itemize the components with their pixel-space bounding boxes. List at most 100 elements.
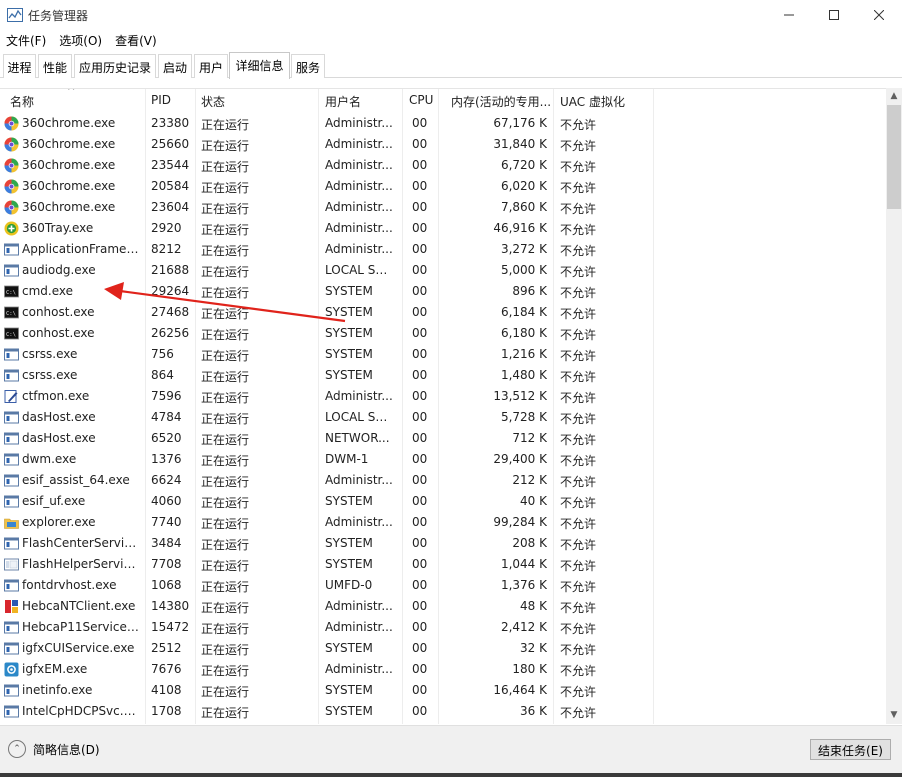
- table-row[interactable]: C:\ cmd.exe 29264 正在运行 SYSTEM 00 896 K 不允许: [0, 281, 886, 302]
- table-row[interactable]: IntelCpHDCPSvc.exe 1708 正在运行 SYSTEM 00 36 K 不允…: [0, 701, 886, 722]
- table-row[interactable]: 360chrome.exe 23604 正在运行 Administr... 00 7,86…: [0, 197, 886, 218]
- app-window-icon: [4, 474, 19, 487]
- table-row[interactable]: igfxCUIService.exe 2512 正在运行 SYSTEM 00 32 K 不允…: [0, 638, 886, 659]
- table-row[interactable]: 360chrome.exe 25660 正在运行 Administr... 00 31,8…: [0, 134, 886, 155]
- table-row[interactable]: 360chrome.exe 20584 正在运行 Administr... 00 6,02…: [0, 176, 886, 197]
- table-row[interactable]: FlashHelperService... 7708 正在运行 SYSTEM 00 1,0…: [0, 554, 886, 575]
- tab-startup[interactable]: 启动: [158, 54, 192, 78]
- process-name: FlashCenterService...: [22, 536, 142, 550]
- close-button[interactable]: [856, 0, 901, 30]
- table-row[interactable]: 360chrome.exe 23380 正在运行 Administr... 00 67,1…: [0, 113, 886, 134]
- process-user: Administr...: [325, 200, 393, 214]
- tab-app-history[interactable]: 应用历史记录: [74, 54, 156, 78]
- table-row[interactable]: C:\ conhost.exe 26256 正在运行 SYSTEM 00 6,180 K 不允…: [0, 323, 886, 344]
- process-cpu: 00: [412, 221, 428, 235]
- menu-options[interactable]: 选项(O): [53, 30, 109, 50]
- process-name: HebcaNTClient.exe: [22, 599, 136, 613]
- process-user: LOCAL SE...: [325, 263, 393, 277]
- app-window-icon: [4, 705, 19, 718]
- process-memory: 1,480 K: [500, 368, 547, 382]
- header-memory[interactable]: 内存(活动的专用...: [451, 93, 551, 110]
- table-row[interactable]: ctfmon.exe 7596 正在运行 Administr... 00 13,512 K…: [0, 386, 886, 407]
- process-name: igfxEM.exe: [22, 662, 88, 676]
- maximize-button[interactable]: [811, 0, 856, 30]
- process-user: NETWOR...: [325, 431, 390, 445]
- process-cpu: 00: [412, 431, 428, 445]
- process-name: esif_assist_64.exe: [22, 473, 130, 487]
- process-user: Administr...: [325, 116, 393, 130]
- table-row[interactable]: csrss.exe 756 正在运行 SYSTEM 00 1,216 K 不允许: [0, 344, 886, 365]
- table-row[interactable]: C:\ conhost.exe 27468 正在运行 SYSTEM 00 6,184 K 不允…: [0, 302, 886, 323]
- process-memory: 1,216 K: [500, 347, 547, 361]
- process-uac: 不允许: [560, 706, 597, 720]
- process-cpu: 00: [412, 305, 428, 319]
- tab-processes[interactable]: 进程: [3, 54, 36, 78]
- process-memory: 1,044 K: [500, 557, 547, 571]
- process-name: 360chrome.exe: [22, 158, 116, 172]
- process-pid: 864: [151, 368, 174, 382]
- process-name: audiodg.exe: [22, 263, 96, 277]
- table-row[interactable]: ApplicationFrameH... 8212 正在运行 Administr...…: [0, 239, 886, 260]
- table-row[interactable]: FlashCenterService... 3484 正在运行 SYSTEM 00 208…: [0, 533, 886, 554]
- menu-view[interactable]: 查看(V): [109, 30, 164, 50]
- table-row[interactable]: igfxEM.exe 7676 正在运行 Administr... 00 180 K 不允许: [0, 659, 886, 680]
- scroll-thumb[interactable]: [887, 105, 901, 209]
- table-row[interactable]: HebcaP11Service.e... 15472 正在运行 Administr..…: [0, 617, 886, 638]
- app-window-icon: [4, 432, 19, 445]
- console-icon: C:\: [4, 285, 19, 298]
- table-row[interactable]: explorer.exe 7740 正在运行 Administr... 00 99,284…: [0, 512, 886, 533]
- process-user: LOCAL SE...: [325, 410, 393, 424]
- brief-info-label: 简略信息(D): [33, 742, 100, 757]
- table-row[interactable]: fontdrvhost.exe 1068 正在运行 UMFD-0 00 1,376 K 不允…: [0, 575, 886, 596]
- 360chrome-icon: [4, 158, 19, 173]
- scroll-up-icon[interactable]: ▲: [886, 88, 902, 105]
- process-pid: 2512: [151, 641, 182, 655]
- table-row[interactable]: audiodg.exe 21688 正在运行 LOCAL SE... 00 5,000 K…: [0, 260, 886, 281]
- table-row[interactable]: esif_assist_64.exe 6624 正在运行 Administr... 00…: [0, 470, 886, 491]
- table-row[interactable]: dwm.exe 1376 正在运行 DWM-1 00 29,400 K 不允许: [0, 449, 886, 470]
- minimize-button[interactable]: [766, 0, 811, 30]
- vertical-scrollbar[interactable]: ▲ ▼: [886, 88, 902, 724]
- process-status: 正在运行: [201, 349, 250, 363]
- process-cpu: 00: [412, 158, 428, 172]
- tab-performance[interactable]: 性能: [38, 54, 72, 78]
- header-pid[interactable]: PID: [151, 93, 171, 107]
- process-memory: 40 K: [520, 494, 547, 508]
- process-memory: 208 K: [512, 536, 547, 550]
- table-header: 名称 ^ PID 状态 用户名 CPU 内存(活动的专用... UAC 虚拟化: [0, 89, 886, 113]
- header-uac[interactable]: UAC 虚拟化: [560, 93, 625, 110]
- end-task-button[interactable]: 结束任务(E): [810, 739, 891, 760]
- process-cpu: 00: [412, 641, 428, 655]
- header-name[interactable]: 名称: [10, 93, 34, 110]
- process-memory: 32 K: [520, 641, 547, 655]
- tab-users[interactable]: 用户: [194, 54, 228, 78]
- app-window-icon: [4, 264, 19, 277]
- process-uac: 不允许: [560, 643, 597, 657]
- menu-bar: 文件(F) 选项(O) 查看(V): [0, 30, 164, 50]
- process-name: dasHost.exe: [22, 410, 96, 424]
- process-uac: 不允许: [560, 244, 597, 258]
- tab-services[interactable]: 服务: [291, 54, 325, 78]
- process-cpu: 00: [412, 683, 428, 697]
- header-cpu[interactable]: CPU: [409, 93, 433, 107]
- table-row[interactable]: dasHost.exe 6520 正在运行 NETWOR... 00 712 K 不允许: [0, 428, 886, 449]
- menu-file[interactable]: 文件(F): [0, 30, 53, 50]
- process-user: SYSTEM: [325, 284, 373, 298]
- process-user: Administr...: [325, 662, 393, 676]
- process-user: Administr...: [325, 389, 393, 403]
- table-row[interactable]: esif_uf.exe 4060 正在运行 SYSTEM 00 40 K 不允许: [0, 491, 886, 512]
- scroll-down-icon[interactable]: ▼: [886, 707, 902, 724]
- table-row[interactable]: inetinfo.exe 4108 正在运行 SYSTEM 00 16,464 K 不允许: [0, 680, 886, 701]
- table-row[interactable]: 360Tray.exe 2920 正在运行 Administr... 00 46,916 …: [0, 218, 886, 239]
- brief-info-toggle[interactable]: ⌃ 简略信息(D): [8, 740, 100, 758]
- process-name: dwm.exe: [22, 452, 77, 466]
- header-status[interactable]: 状态: [201, 93, 225, 110]
- process-cpu: 00: [412, 242, 428, 256]
- table-row[interactable]: dasHost.exe 4784 正在运行 LOCAL SE... 00 5,728 K 不…: [0, 407, 886, 428]
- tab-details[interactable]: 详细信息: [229, 52, 290, 79]
- table-row[interactable]: HebcaNTClient.exe 14380 正在运行 Administr... 00…: [0, 596, 886, 617]
- process-user: SYSTEM: [325, 704, 373, 718]
- table-row[interactable]: 360chrome.exe 23544 正在运行 Administr... 00 6,72…: [0, 155, 886, 176]
- header-username[interactable]: 用户名: [325, 93, 361, 110]
- table-row[interactable]: csrss.exe 864 正在运行 SYSTEM 00 1,480 K 不允许: [0, 365, 886, 386]
